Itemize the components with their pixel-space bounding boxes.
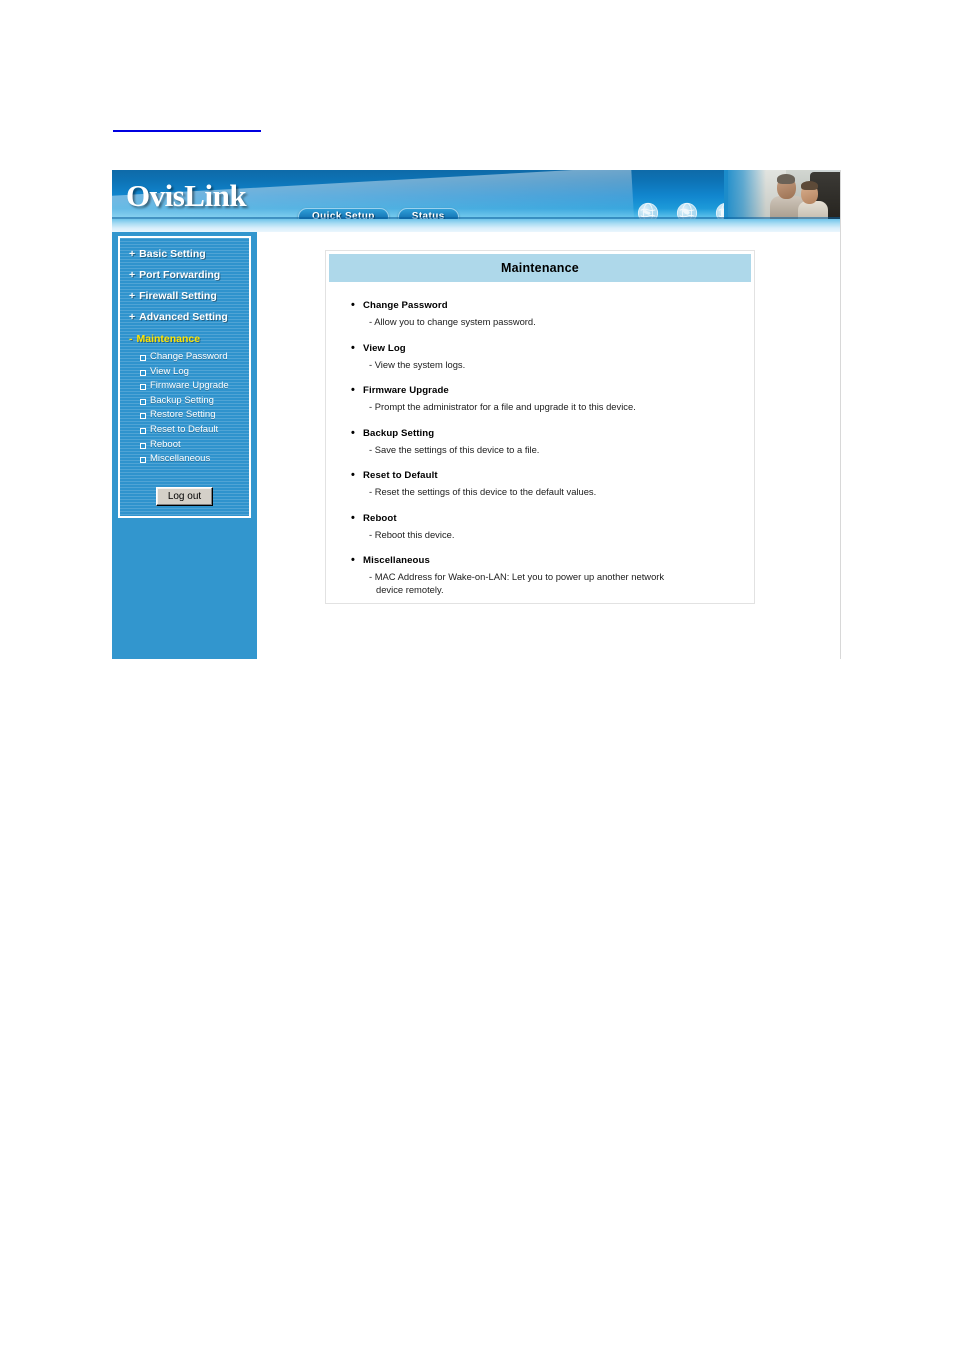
- list-item: Change Password - Allow you to change sy…: [350, 299, 740, 329]
- banner-gloss-band: [112, 219, 840, 232]
- entry-description: - Reboot this device.: [369, 528, 455, 540]
- ovislink-logo: OvisLink: [126, 178, 247, 213]
- sidebar-item-firmware-upgrade[interactable]: Firmware Upgrade: [140, 379, 249, 394]
- top-link-underline: [113, 130, 261, 132]
- sidebar-item-miscellaneous[interactable]: Miscellaneous: [140, 452, 249, 467]
- sidebar-item-label: Advanced Setting: [139, 311, 228, 323]
- entry-description: - View the system logs.: [369, 358, 466, 370]
- sidebar-item-label: Port Forwarding: [139, 269, 221, 281]
- sidebar-item-restore-setting[interactable]: Restore Setting: [140, 408, 249, 423]
- page-body: + Basic Setting + Port Forwarding + Firewal…: [112, 232, 840, 659]
- entry-description: - Prompt the administrator for a file an…: [369, 401, 636, 412]
- entry-description: - Reset the settings of this device to t…: [369, 486, 597, 497]
- entry-title: Reset to Default: [350, 469, 740, 482]
- maintenance-description-list: Change Password - Allow you to change sy…: [326, 282, 754, 596]
- sidebar-item-maintenance[interactable]: - Maintenance: [120, 328, 249, 349]
- expand-plus-icon: +: [129, 248, 136, 260]
- entry-title: Firmware Upgrade: [350, 384, 740, 397]
- entry-description: - Save the settings of this device to a …: [369, 443, 540, 455]
- router-web-page: OvisLink Quick Setup Status: [112, 170, 841, 659]
- page-title: Maintenance: [329, 254, 751, 282]
- entry-title: Miscellaneous: [350, 554, 740, 567]
- entry-description-line1: - MAC Address for Wake-on-LAN: Let you t…: [369, 571, 665, 582]
- expand-plus-icon: +: [129, 311, 136, 323]
- logout-area: Log out: [120, 486, 249, 506]
- sidebar-item-view-log[interactable]: View Log: [140, 365, 249, 380]
- entry-description-line2: device remotely.: [376, 583, 444, 595]
- sidebar-item-backup-setting[interactable]: Backup Setting: [140, 394, 249, 409]
- entry-description: - MAC Address for Wake-on-LAN: Let you t…: [350, 571, 740, 596]
- sidebar-item-advanced-setting[interactable]: + Advanced Setting: [129, 307, 249, 328]
- sidebar-item-reboot[interactable]: Reboot: [140, 438, 249, 453]
- page-header-banner: OvisLink Quick Setup Status: [112, 170, 840, 232]
- sidebar-item-port-forwarding[interactable]: + Port Forwarding: [129, 265, 249, 286]
- sidebar-item-label: Firewall Setting: [139, 290, 217, 302]
- sidebar-item-firewall-setting[interactable]: + Firewall Setting: [129, 286, 249, 307]
- expand-plus-icon: +: [129, 269, 136, 281]
- entry-title: Change Password: [350, 299, 740, 312]
- entry-title: Backup Setting: [350, 427, 740, 440]
- sidebar-menu-box: + Basic Setting + Port Forwarding + Firewal…: [118, 236, 251, 518]
- expand-plus-icon: +: [129, 290, 136, 302]
- maintenance-panel: Maintenance Change Password - Allow you …: [325, 250, 755, 604]
- header-photo: [724, 170, 840, 219]
- entry-description: - Allow you to change system password.: [369, 316, 536, 327]
- log-out-button[interactable]: Log out: [155, 487, 214, 506]
- entry-title: Reboot: [350, 512, 740, 525]
- list-item: Miscellaneous - MAC Address for Wake-on-…: [350, 554, 740, 596]
- list-item: View Log - View the system logs.: [350, 342, 740, 372]
- sidebar-item-label: Basic Setting: [139, 248, 206, 260]
- main-content: Maintenance Change Password - Allow you …: [257, 232, 840, 659]
- list-item: Reboot - Reboot this device.: [350, 512, 740, 542]
- list-item: Reset to Default - Reset the settings of…: [350, 469, 740, 499]
- entry-title: View Log: [350, 342, 740, 355]
- sidebar-item-change-password[interactable]: Change Password: [140, 350, 249, 365]
- list-item: Backup Setting - Save the settings of th…: [350, 427, 740, 457]
- collapse-minus-icon: -: [129, 333, 133, 345]
- sidebar-item-label: Maintenance: [136, 333, 201, 345]
- sidebar: + Basic Setting + Port Forwarding + Firewal…: [112, 232, 257, 659]
- sidebar-item-reset-to-default[interactable]: Reset to Default: [140, 423, 249, 438]
- sidebar-top-menu: + Basic Setting + Port Forwarding + Firewal…: [120, 244, 249, 328]
- list-item: Firmware Upgrade - Prompt the administra…: [350, 384, 740, 414]
- sidebar-item-basic-setting[interactable]: + Basic Setting: [129, 244, 249, 265]
- sidebar-submenu: Change Password View Log Firmware Upgrad…: [120, 349, 249, 467]
